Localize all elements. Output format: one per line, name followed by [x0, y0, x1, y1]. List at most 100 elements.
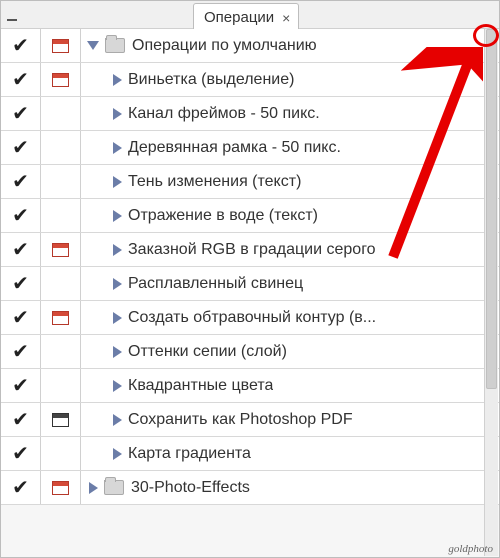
- checkmark-icon: ✔: [12, 274, 29, 294]
- checkmark-icon: ✔: [12, 70, 29, 90]
- checkmark-icon: ✔: [12, 444, 29, 464]
- action-content: Оттенки сепии (слой): [81, 335, 499, 368]
- action-content: Канал фреймов - 50 пикс.: [81, 97, 499, 130]
- toggle-checkbox[interactable]: ✔: [1, 97, 41, 130]
- disclosure-closed-icon[interactable]: [113, 176, 122, 188]
- panel-tab-actions[interactable]: Операции ×: [193, 3, 299, 29]
- folder-icon: [105, 38, 125, 53]
- checkmark-icon: ✔: [12, 410, 29, 430]
- toggle-checkbox[interactable]: ✔: [1, 403, 41, 436]
- dialog-toggle[interactable]: [41, 29, 81, 62]
- title-bar: Операции ×: [1, 1, 499, 29]
- toggle-checkbox[interactable]: ✔: [1, 267, 41, 300]
- close-tab-icon[interactable]: ×: [282, 10, 290, 26]
- dialog-toggle[interactable]: [41, 403, 81, 436]
- disclosure-closed-icon[interactable]: [113, 312, 122, 324]
- disclosure-closed-icon[interactable]: [113, 142, 122, 154]
- disclosure-closed-icon[interactable]: [113, 448, 122, 460]
- disclosure-closed-icon[interactable]: [113, 210, 122, 222]
- toggle-checkbox[interactable]: ✔: [1, 131, 41, 164]
- dialog-icon: [52, 413, 69, 427]
- disclosure-closed-icon[interactable]: [113, 74, 122, 86]
- action-row[interactable]: ✔ Канал фреймов - 50 пикс.: [1, 97, 499, 131]
- dialog-toggle[interactable]: [41, 165, 81, 198]
- disclosure-closed-icon[interactable]: [113, 108, 122, 120]
- disclosure-closed-icon[interactable]: [113, 278, 122, 290]
- tab-label: Операции: [204, 9, 274, 26]
- toggle-checkbox[interactable]: ✔: [1, 29, 41, 62]
- toggle-checkbox[interactable]: ✔: [1, 63, 41, 96]
- action-row[interactable]: ✔ Оттенки сепии (слой): [1, 335, 499, 369]
- action-row[interactable]: ✔ Квадрантные цвета: [1, 369, 499, 403]
- action-label: Канал фреймов - 50 пикс.: [128, 105, 320, 123]
- disclosure-closed-icon[interactable]: [113, 380, 122, 392]
- action-row[interactable]: ✔Отражение в воде (текст): [1, 199, 499, 233]
- action-set-row[interactable]: ✔ 30-Photo-Effects: [1, 471, 499, 505]
- dialog-toggle[interactable]: [41, 301, 81, 334]
- disclosure-closed-icon[interactable]: [113, 346, 122, 358]
- dialog-toggle[interactable]: [41, 63, 81, 96]
- disclosure-closed-icon[interactable]: [113, 244, 122, 256]
- disclosure-closed-icon[interactable]: [89, 482, 98, 494]
- toggle-checkbox[interactable]: ✔: [1, 199, 41, 232]
- dialog-toggle[interactable]: [41, 335, 81, 368]
- dialog-icon: [52, 311, 69, 325]
- action-row[interactable]: ✔ Создать обтравочный контур (в...: [1, 301, 499, 335]
- vertical-scrollbar[interactable]: [484, 29, 498, 556]
- dialog-toggle[interactable]: [41, 131, 81, 164]
- action-label: Заказной RGB в градации серого: [128, 241, 376, 259]
- dialog-toggle[interactable]: [41, 471, 81, 504]
- action-label: Карта градиента: [128, 445, 251, 463]
- action-row[interactable]: ✔ Расплавленный свинец: [1, 267, 499, 301]
- disclosure-open-icon[interactable]: [87, 41, 99, 50]
- dialog-toggle[interactable]: [41, 437, 81, 470]
- action-label: Создать обтравочный контур (в...: [128, 309, 376, 327]
- action-content: Деревянная рамка - 50 пикс.: [81, 131, 499, 164]
- toggle-checkbox[interactable]: ✔: [1, 335, 41, 368]
- action-row[interactable]: ✔ Виньетка (выделение): [1, 63, 499, 97]
- toggle-checkbox[interactable]: ✔: [1, 369, 41, 402]
- action-row[interactable]: ✔ Карта градиента: [1, 437, 499, 471]
- action-row[interactable]: ✔ Сохранить как Photoshop PDF: [1, 403, 499, 437]
- toggle-checkbox[interactable]: ✔: [1, 233, 41, 266]
- action-row[interactable]: ✔ Заказной RGB в градации серого: [1, 233, 499, 267]
- action-label: Квадрантные цвета: [128, 377, 273, 395]
- checkmark-icon: ✔: [12, 138, 29, 158]
- toggle-checkbox[interactable]: ✔: [1, 437, 41, 470]
- action-set-row[interactable]: ✔ Операции по умолчанию: [1, 29, 499, 63]
- watermark: goldphoto: [448, 543, 493, 555]
- checkmark-icon: ✔: [12, 104, 29, 124]
- minimize-button[interactable]: [7, 9, 21, 21]
- action-label: Виньетка (выделение): [128, 71, 294, 89]
- dialog-icon: [52, 73, 69, 87]
- action-content: Сохранить как Photoshop PDF: [81, 403, 499, 436]
- dialog-toggle[interactable]: [41, 97, 81, 130]
- toggle-checkbox[interactable]: ✔: [1, 301, 41, 334]
- action-label: Оттенки сепии (слой): [128, 343, 287, 361]
- action-content: Виньетка (выделение): [81, 63, 499, 96]
- checkmark-icon: ✔: [12, 342, 29, 362]
- checkmark-icon: ✔: [12, 240, 29, 260]
- dialog-icon: [52, 39, 69, 53]
- action-set-label: 30-Photo-Effects: [131, 479, 250, 497]
- checkmark-icon: ✔: [12, 308, 29, 328]
- dialog-toggle[interactable]: [41, 199, 81, 232]
- action-row[interactable]: ✔ Тень изменения (текст): [1, 165, 499, 199]
- actions-list: ✔ Операции по умолчанию ✔ Виньетка (выдел…: [1, 29, 499, 505]
- action-content: Расплавленный свинец: [81, 267, 499, 300]
- checkmark-icon: ✔: [12, 206, 29, 226]
- action-content: Тень изменения (текст): [81, 165, 499, 198]
- checkmark-icon: ✔: [12, 36, 29, 56]
- dialog-toggle[interactable]: [41, 369, 81, 402]
- scroll-thumb[interactable]: [486, 29, 497, 389]
- action-label: Тень изменения (текст): [128, 173, 301, 191]
- action-row[interactable]: ✔ Деревянная рамка - 50 пикс.: [1, 131, 499, 165]
- toggle-checkbox[interactable]: ✔: [1, 165, 41, 198]
- disclosure-closed-icon[interactable]: [113, 414, 122, 426]
- folder-icon: [104, 480, 124, 495]
- action-content: Квадрантные цвета: [81, 369, 499, 402]
- actions-panel: Операции × ✔ Операции по умолчанию ✔ Винь…: [0, 0, 500, 558]
- dialog-toggle[interactable]: [41, 267, 81, 300]
- dialog-toggle[interactable]: [41, 233, 81, 266]
- toggle-checkbox[interactable]: ✔: [1, 471, 41, 504]
